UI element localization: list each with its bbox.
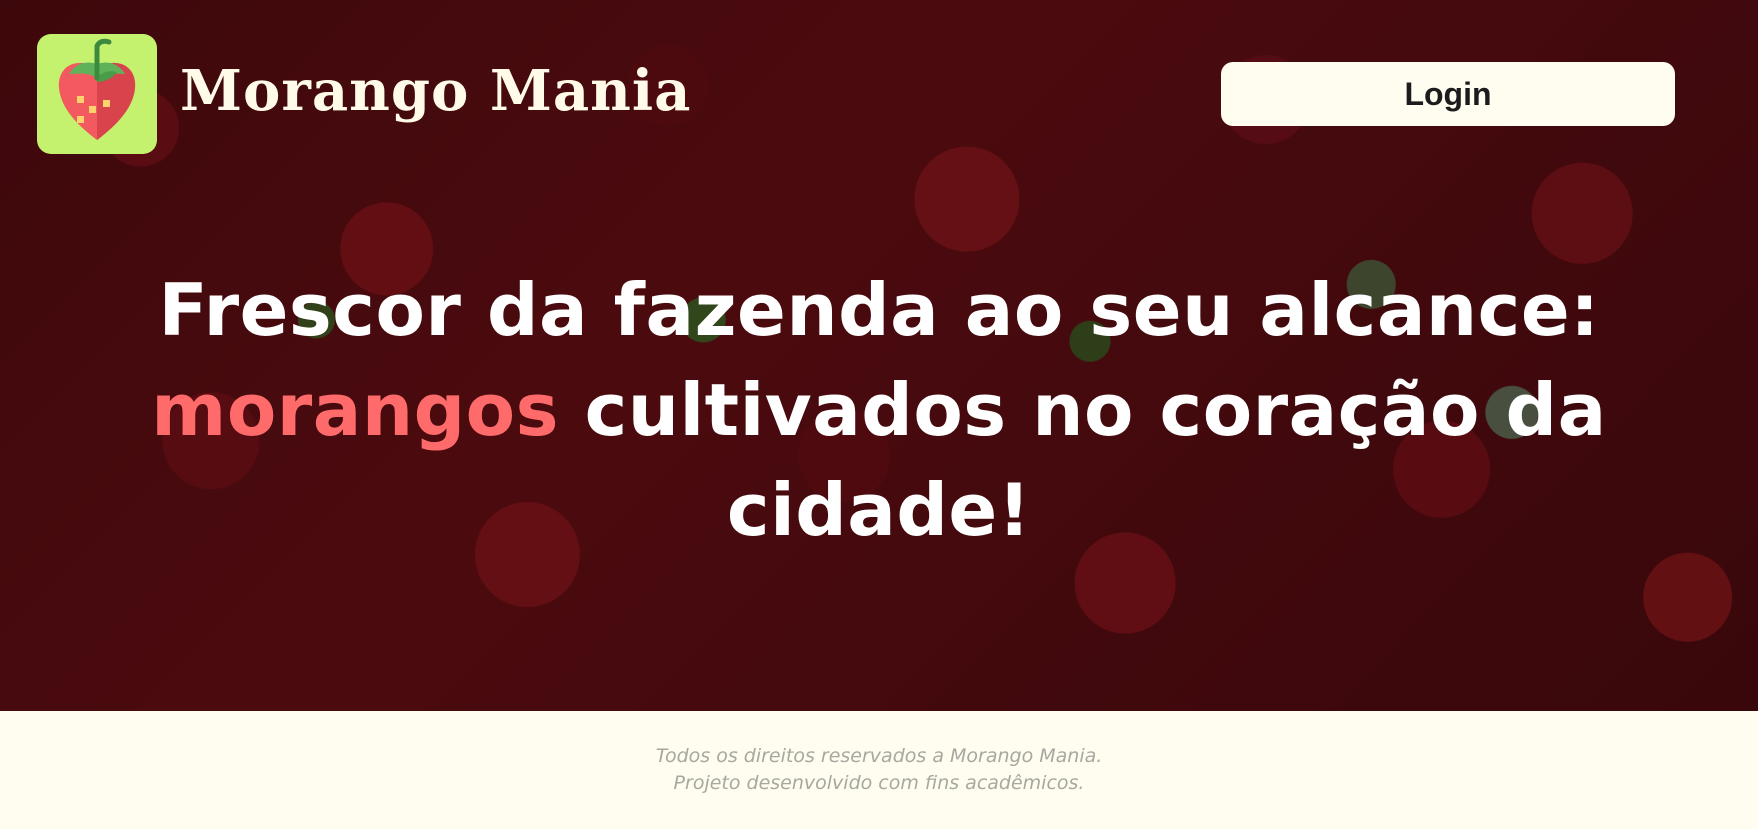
strawberry-icon xyxy=(58,38,136,140)
footer-note: Projeto desenvolvido com fins acadêmicos… xyxy=(673,772,1085,794)
brand-name: Morango Mania xyxy=(180,58,692,124)
footer: Todos os direitos reservados a Morango M… xyxy=(0,711,1758,829)
logo[interactable] xyxy=(37,34,157,154)
headline-part2: cultivados no coração da cidade! xyxy=(559,368,1607,552)
headline-part1: Frescor da fazenda ao seu alcance: xyxy=(158,268,1600,352)
footer-copyright: Todos os direitos reservados a Morango M… xyxy=(655,745,1103,767)
hero-background-image: Morango Mania Login Frescor da fazenda a… xyxy=(0,0,1758,711)
headline-accent: morangos xyxy=(151,368,559,452)
hero-headline: Frescor da fazenda ao seu alcance: moran… xyxy=(150,260,1608,560)
login-button[interactable]: Login xyxy=(1221,62,1675,126)
